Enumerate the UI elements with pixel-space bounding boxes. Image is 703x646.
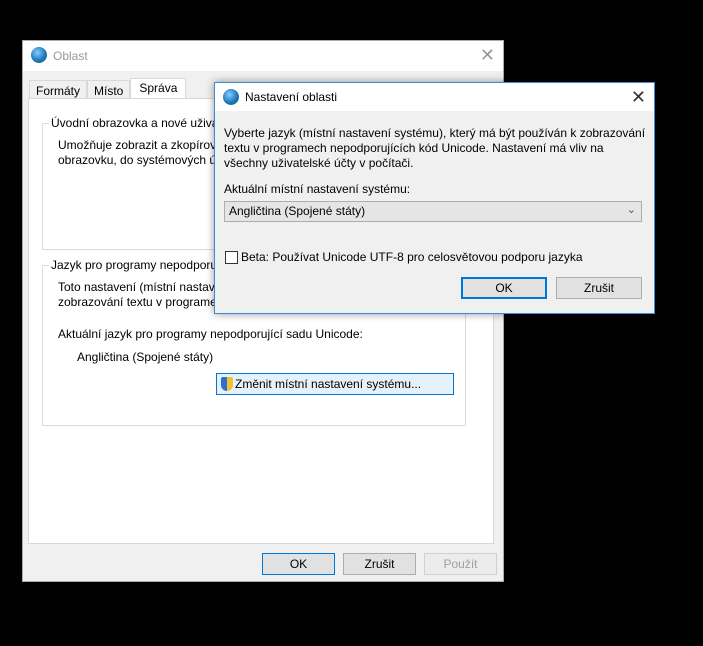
- group-text: Umožňuje zobrazit a zkopírova obrazovku,…: [58, 138, 223, 167]
- ok-button[interactable]: OK: [262, 553, 335, 575]
- apply-button[interactable]: Použít: [424, 553, 497, 575]
- group-legend: Úvodní obrazovka a nové uživat: [49, 116, 224, 130]
- window-title: Oblast: [53, 49, 88, 63]
- utf8-beta-checkbox[interactable]: [225, 251, 238, 264]
- dialog-title: Nastavení oblasti: [245, 90, 338, 104]
- cancel-button[interactable]: Zrušit: [556, 277, 642, 299]
- shield-icon: [221, 377, 233, 391]
- dialog-description: Vyberte jazyk (místní nastavení systému)…: [224, 126, 646, 170]
- chevron-down-icon: ⌄: [626, 204, 636, 216]
- dialog-title-bar: Nastavení oblasti ✕: [215, 83, 654, 111]
- region-settings-dialog: Nastavení oblasti ✕ Vyberte jazyk (místn…: [214, 82, 655, 314]
- globe-icon: [223, 89, 239, 105]
- tab-location[interactable]: Místo: [87, 80, 131, 99]
- close-icon[interactable]: ✕: [480, 45, 495, 66]
- globe-icon: [31, 47, 47, 63]
- title-bar: Oblast ✕: [23, 41, 503, 71]
- current-language-value: Angličtina (Spojené státy): [77, 350, 214, 364]
- group-text: Toto nastavení (místní nastave zobrazová…: [58, 280, 222, 309]
- ok-button[interactable]: OK: [461, 277, 547, 299]
- close-icon[interactable]: ✕: [631, 87, 646, 108]
- tab-administrative[interactable]: Správa: [130, 78, 187, 99]
- utf8-beta-label[interactable]: Beta: Používat Unicode UTF-8 pro celosvě…: [241, 250, 583, 264]
- tab-formats[interactable]: Formáty: [29, 80, 88, 99]
- group-legend: Jazyk pro programy nepodporu: [49, 258, 220, 272]
- cancel-button[interactable]: Zrušit: [343, 553, 416, 575]
- change-system-locale-button[interactable]: Změnit místní nastavení systému...: [216, 373, 454, 395]
- current-language-label: Aktuální jazyk pro programy nepodporujíc…: [58, 327, 363, 341]
- system-locale-select[interactable]: Angličtina (Spojené státy) ⌄: [224, 201, 642, 222]
- locale-label: Aktuální místní nastavení systému:: [224, 182, 411, 196]
- button-label: Změnit místní nastavení systému...: [235, 377, 422, 391]
- selected-locale: Angličtina (Spojené státy): [229, 204, 366, 218]
- tab-strip: Formáty Místo Správa: [29, 78, 187, 99]
